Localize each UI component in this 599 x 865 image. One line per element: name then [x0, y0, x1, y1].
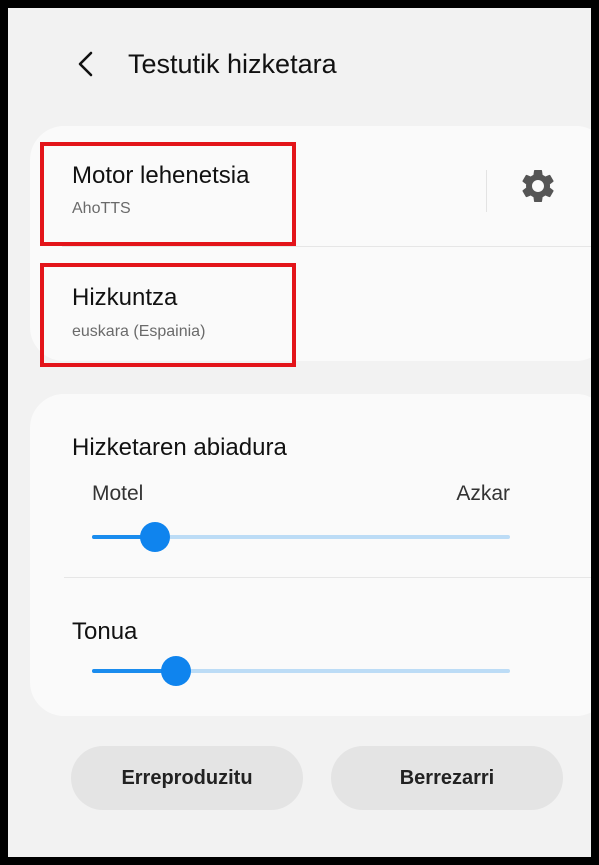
phone-screen: Testutik hizketara Motor lehenetsia AhoT…: [8, 8, 591, 857]
pitch-title: Tonua: [72, 618, 138, 645]
gear-icon[interactable]: [518, 166, 558, 206]
speech-rate-min-label: Motel: [92, 482, 144, 505]
pitch-slider[interactable]: [92, 656, 510, 686]
speech-rate-max-label: Azkar: [456, 482, 510, 505]
speech-rate-title: Hizketaren abiadura: [72, 434, 287, 461]
divider: [64, 577, 591, 578]
back-button[interactable]: [72, 46, 100, 82]
engine-language-card: Motor lehenetsia AhoTTS Hizkuntza euskar…: [30, 126, 591, 361]
divider: [62, 246, 591, 247]
divider: [486, 170, 487, 212]
speech-rate-slider[interactable]: [92, 522, 510, 552]
default-engine-title[interactable]: Motor lehenetsia: [72, 162, 249, 190]
slider-thumb[interactable]: [139, 522, 170, 552]
language-value: euskara (Espainia): [72, 323, 206, 340]
page-title: Testutik hizketara: [128, 49, 337, 79]
chevron-left-icon: [78, 51, 93, 77]
speech-settings-card: Hizketaren abiadura Motel Azkar Tonua: [30, 394, 591, 716]
language-title[interactable]: Hizkuntza: [72, 284, 177, 312]
default-engine-value: AhoTTS: [72, 200, 131, 217]
play-button[interactable]: Erreproduzitu: [71, 746, 303, 810]
app-bar: Testutik hizketara: [8, 8, 591, 112]
reset-button[interactable]: Berrezarri: [331, 746, 563, 810]
slider-thumb[interactable]: [160, 656, 191, 686]
